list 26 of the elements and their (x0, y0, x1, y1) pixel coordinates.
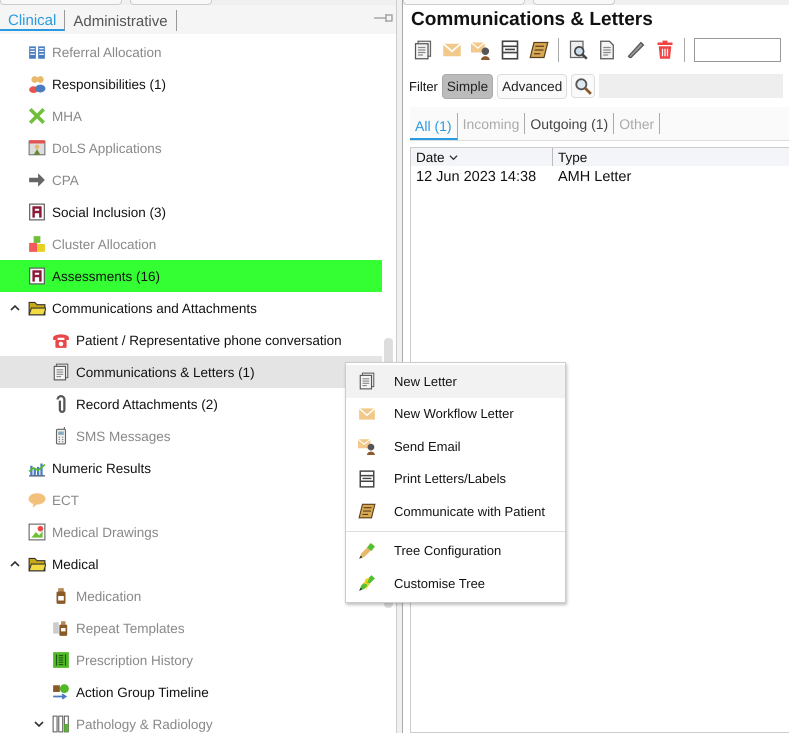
tree-label: Medical Drawings (52, 524, 159, 540)
tree-label: Medical (52, 556, 99, 572)
tree-label: Cluster Allocation (52, 236, 156, 252)
tree-label: MHA (52, 108, 82, 124)
tree-label: DoLS Applications (52, 140, 162, 156)
table-cell-text: 12 Jun 2023 14:38 (415, 169, 538, 185)
tree-label: Prescription History (76, 652, 194, 668)
table-cell-text: AMH Letter (557, 169, 632, 185)
tree-label: CPA (52, 172, 79, 188)
tree-label: Repeat Templates (76, 620, 185, 636)
filter-label: Filter (409, 78, 438, 94)
tree-label: ECT (52, 492, 79, 508)
tree-label: Communications and Attachments (52, 300, 257, 316)
tree-label: Record Attachments (2) (76, 396, 218, 412)
tree-label: Social Inclusion (3) (52, 204, 166, 220)
tree-label: Pathology & Radiology (76, 716, 213, 732)
tree-label: Patient / Representative phone conversation (76, 332, 342, 348)
tree-label: Medication (76, 588, 142, 604)
tree-label: Action Group Timeline (76, 684, 209, 700)
tree-label: Referral Allocation (52, 44, 162, 60)
tree-label: Communications & Letters (1) (76, 364, 255, 380)
tree-label: Responsibilities (1) (52, 76, 166, 92)
panel-title: Communications & Letters (410, 8, 654, 32)
tree-label: Assessments (16) (52, 268, 160, 284)
tree-label: Numeric Results (52, 460, 152, 476)
tree-label: SMS Messages (76, 428, 171, 444)
